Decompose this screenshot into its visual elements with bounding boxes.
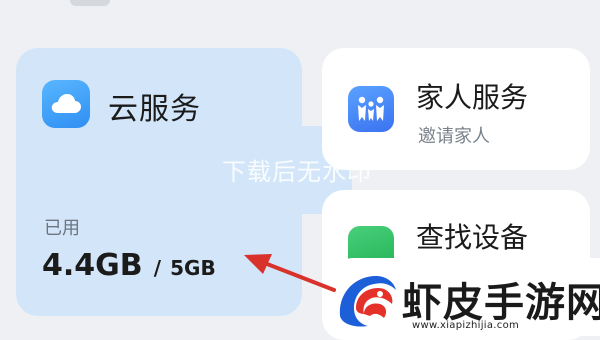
shrimp-logo-icon: [339, 276, 396, 327]
family-service-card[interactable]: 家人服务 邀请家人: [322, 48, 590, 170]
cloud-service-title: 云服务: [108, 92, 201, 127]
site-logo: 虾皮手游网 www.xiapizhijia.com: [334, 258, 600, 336]
family-service-title: 家人服务: [416, 81, 529, 114]
storage-used-value: 4.4GB: [42, 248, 143, 283]
cloud-icon: [42, 80, 90, 128]
storage-total-value: 5GB: [170, 256, 216, 280]
logo-url: www.xiapizhijia.com: [412, 320, 520, 331]
storage-usage: 4.4GB / 5GB: [42, 248, 216, 283]
storage-separator: /: [153, 256, 162, 280]
find-device-title: 查找设备: [416, 221, 529, 254]
family-icon: [348, 86, 394, 132]
invite-family-link[interactable]: 邀请家人: [418, 122, 490, 148]
storage-used-label: 已用: [44, 218, 80, 239]
top-edge-sliver: [70, 0, 110, 6]
